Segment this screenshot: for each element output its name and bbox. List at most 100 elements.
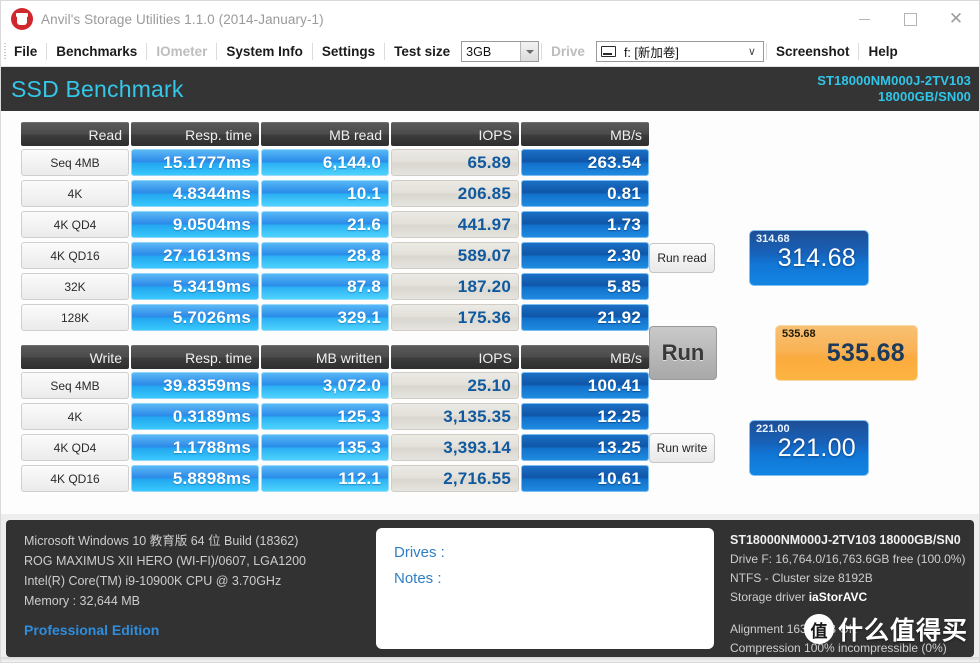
page-title: SSD Benchmark bbox=[11, 75, 184, 102]
read-row-label[interactable]: 4K QD16 bbox=[21, 242, 129, 269]
memory-text: Memory : 32,644 MB bbox=[24, 594, 141, 608]
close-icon[interactable]: ✕ bbox=[933, 1, 979, 37]
read-resp-value: 27.1613ms bbox=[131, 242, 259, 269]
maximize-icon[interactable] bbox=[887, 1, 933, 37]
drive-select[interactable]: f: [新加卷] ∨ bbox=[595, 41, 764, 62]
write-table-header-row: Write Resp. time MB written IOPS MB/s bbox=[21, 345, 649, 369]
read-header-iops[interactable]: IOPS bbox=[391, 122, 519, 146]
window-bottom-edge bbox=[1, 657, 979, 662]
table-row: Seq 4MB 39.8359ms 3,072.0 25.10 100.41 bbox=[21, 371, 649, 400]
read-iops-value: 589.07 bbox=[391, 242, 519, 269]
read-mbs-value: 5.85 bbox=[521, 273, 649, 300]
drive-info-alignment: Alignment 16384KB OK bbox=[730, 622, 857, 636]
run-write-button[interactable]: Run write bbox=[649, 433, 715, 463]
read-score-row: Run read 314.68 314.68 bbox=[649, 230, 869, 286]
menu-item-file[interactable]: File bbox=[5, 44, 46, 59]
read-row-label[interactable]: 4K bbox=[21, 180, 129, 207]
drive-info-driver: Storage driver iaStorAVC bbox=[730, 588, 974, 607]
notes-input[interactable]: Drives : Notes : bbox=[376, 528, 714, 649]
write-row-label[interactable]: Seq 4MB bbox=[21, 372, 129, 399]
run-read-button[interactable]: Run read bbox=[649, 243, 715, 273]
write-mb-value: 3,072.0 bbox=[261, 372, 389, 399]
cpu-text: Intel(R) Core(TM) i9-10900K CPU @ 3.70GH… bbox=[24, 574, 282, 588]
bottom-info-panel: Microsoft Windows 10 教育版 64 位 Build (183… bbox=[6, 520, 974, 657]
write-row-label[interactable]: 4K bbox=[21, 403, 129, 430]
write-iops-value: 3,393.14 bbox=[391, 434, 519, 461]
edition-text: Professional Edition bbox=[24, 622, 160, 638]
write-header-write[interactable]: Write bbox=[21, 345, 129, 369]
write-resp-value: 39.8359ms bbox=[131, 372, 259, 399]
drive-label: Drive bbox=[551, 44, 585, 59]
bottom-info-bar: Microsoft Windows 10 教育版 64 位 Build (183… bbox=[1, 514, 979, 662]
read-mbs-value: 2.30 bbox=[521, 242, 649, 269]
table-row: 4K 0.3189ms 125.3 3,135.35 12.25 bbox=[21, 402, 649, 431]
write-score-value: 221.00 bbox=[777, 433, 856, 462]
run-button[interactable]: Run bbox=[649, 326, 717, 380]
menu-item-system-info[interactable]: System Info bbox=[217, 44, 312, 59]
read-header-resp-time[interactable]: Resp. time bbox=[131, 122, 259, 146]
read-resp-value: 4.8344ms bbox=[131, 180, 259, 207]
drive-summary: ST18000NM000J-2TV103 18000GB/SN00 bbox=[817, 73, 971, 105]
read-row-label[interactable]: 128K bbox=[21, 304, 129, 331]
table-row: 4K QD4 1.1788ms 135.3 3,393.14 13.25 bbox=[21, 433, 649, 462]
read-header-read[interactable]: Read bbox=[21, 122, 129, 146]
read-iops-value: 65.89 bbox=[391, 149, 519, 176]
driver-label: Storage driver bbox=[730, 590, 806, 604]
menu-bar: File Benchmarks IOmeter System Info Sett… bbox=[1, 37, 979, 67]
write-iops-value: 25.10 bbox=[391, 372, 519, 399]
write-header-resp-time[interactable]: Resp. time bbox=[131, 345, 259, 369]
write-mbs-value: 100.41 bbox=[521, 372, 649, 399]
write-mbs-value: 13.25 bbox=[521, 434, 649, 461]
write-header-iops[interactable]: IOPS bbox=[391, 345, 519, 369]
table-row: 4K QD16 27.1613ms 28.8 589.07 2.30 bbox=[21, 241, 649, 270]
drive-model-text: ST18000NM000J-2TV103 bbox=[817, 73, 971, 88]
read-row-label[interactable]: Seq 4MB bbox=[21, 149, 129, 176]
chevron-down-icon[interactable] bbox=[520, 42, 539, 61]
menu-item-screenshot[interactable]: Screenshot bbox=[767, 44, 859, 59]
test-size-select[interactable]: 3GB bbox=[461, 41, 540, 62]
chevron-down-icon[interactable]: ∨ bbox=[741, 42, 763, 61]
read-iops-value: 206.85 bbox=[391, 180, 519, 207]
table-row: 32K 5.3419ms 87.8 187.20 5.85 bbox=[21, 272, 649, 301]
driver-value: iaStorAVC bbox=[808, 590, 868, 604]
write-row-label[interactable]: 4K QD4 bbox=[21, 434, 129, 461]
write-mb-value: 125.3 bbox=[261, 403, 389, 430]
read-resp-value: 5.3419ms bbox=[131, 273, 259, 300]
read-row-label[interactable]: 32K bbox=[21, 273, 129, 300]
drive-info: ST18000NM000J-2TV103 18000GB/SN0 Drive F… bbox=[714, 520, 974, 657]
write-iops-value: 3,135.35 bbox=[391, 403, 519, 430]
write-header-mbs[interactable]: MB/s bbox=[521, 345, 649, 369]
total-score-row: Run 535.68 535.68 bbox=[649, 325, 918, 381]
write-mbs-value: 12.25 bbox=[521, 403, 649, 430]
drive-value: f: [新加卷] bbox=[623, 46, 679, 60]
write-header-mb-written[interactable]: MB written bbox=[261, 345, 389, 369]
read-header-mbs[interactable]: MB/s bbox=[521, 122, 649, 146]
os-text: Microsoft Windows 10 教育版 64 位 Build (183… bbox=[24, 534, 299, 548]
table-row: 4K 4.8344ms 10.1 206.85 0.81 bbox=[21, 179, 649, 208]
menu-item-benchmarks[interactable]: Benchmarks bbox=[47, 44, 146, 59]
read-mbs-value: 263.54 bbox=[521, 149, 649, 176]
minimize-icon[interactable] bbox=[841, 1, 887, 37]
menu-item-settings[interactable]: Settings bbox=[313, 44, 384, 59]
main-content: Read Resp. time MB read IOPS MB/s Seq 4M… bbox=[1, 111, 979, 521]
test-size-value: 3GB bbox=[466, 44, 492, 59]
read-iops-value: 441.97 bbox=[391, 211, 519, 238]
drive-icon bbox=[600, 46, 616, 57]
read-header-mb-read[interactable]: MB read bbox=[261, 122, 389, 146]
write-mb-value: 112.1 bbox=[261, 465, 389, 492]
title-bar: Anvil's Storage Utilities 1.1.0 (2014-Ja… bbox=[1, 1, 979, 37]
read-mb-value: 6,144.0 bbox=[261, 149, 389, 176]
read-resp-value: 9.0504ms bbox=[131, 211, 259, 238]
total-score-box: 535.68 535.68 bbox=[775, 325, 918, 381]
drive-capacity-text: 18000GB/SN00 bbox=[878, 89, 971, 104]
table-row: Seq 4MB 15.1777ms 6,144.0 65.89 263.54 bbox=[21, 148, 649, 177]
menu-item-help[interactable]: Help bbox=[859, 44, 906, 59]
write-resp-value: 0.3189ms bbox=[131, 403, 259, 430]
read-iops-value: 187.20 bbox=[391, 273, 519, 300]
write-mbs-value: 10.61 bbox=[521, 465, 649, 492]
read-mbs-value: 1.73 bbox=[521, 211, 649, 238]
benchmark-header-band: SSD Benchmark ST18000NM000J-2TV103 18000… bbox=[1, 67, 979, 114]
write-resp-value: 5.8898ms bbox=[131, 465, 259, 492]
read-row-label[interactable]: 4K QD4 bbox=[21, 211, 129, 238]
write-row-label[interactable]: 4K QD16 bbox=[21, 465, 129, 492]
